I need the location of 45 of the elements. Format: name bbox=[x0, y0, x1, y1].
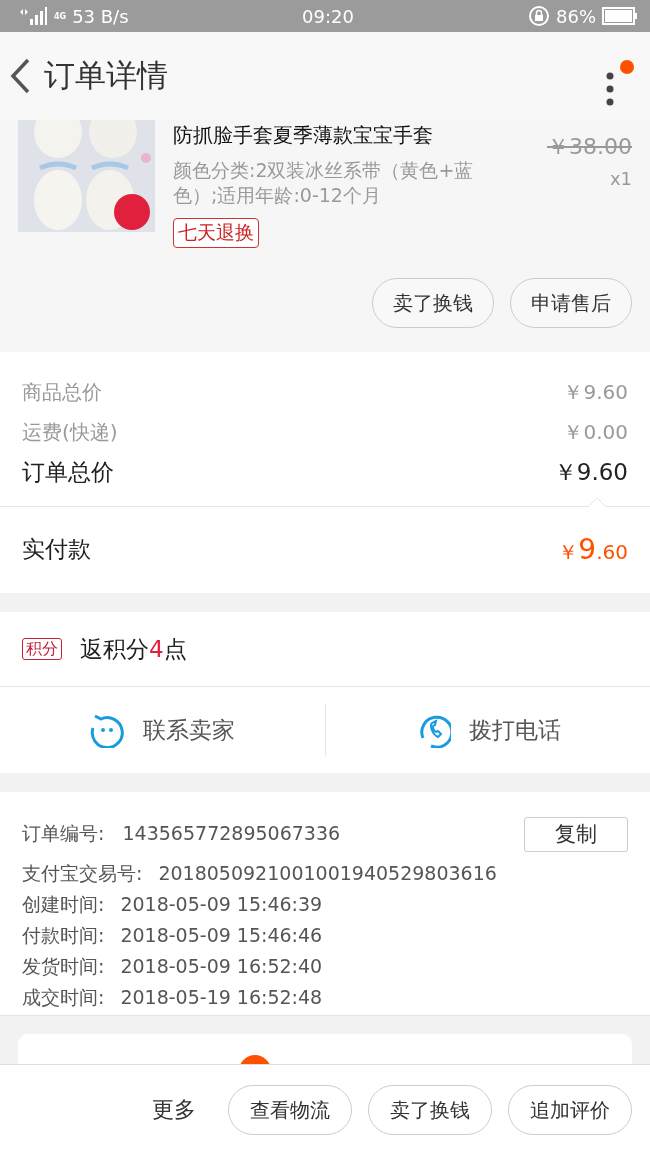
info-value: 2018-05-19 16:52:48 bbox=[120, 986, 323, 1008]
points-text: 返积分4点 bbox=[80, 634, 187, 664]
copy-button[interactable]: 复制 bbox=[524, 816, 628, 852]
product-title[interactable]: 防抓脸手套夏季薄款宝宝手套 bbox=[173, 122, 529, 148]
price-value: ￥9.60 bbox=[553, 457, 628, 487]
info-value: 2018-05-09 15:46:46 bbox=[120, 924, 323, 946]
clock-time: 09:20 bbox=[302, 5, 354, 27]
action-button[interactable]: 申请售后 bbox=[510, 278, 632, 328]
points-badge: 积分 bbox=[22, 638, 62, 660]
battery-icon bbox=[602, 7, 638, 25]
price-value: ￥9.60 bbox=[563, 378, 628, 406]
info-label: 发货时间: bbox=[22, 954, 105, 979]
info-value: 2018-05-09 16:52:40 bbox=[120, 955, 323, 977]
quantity: x1 bbox=[609, 168, 632, 189]
product-options: 颜色分类:2双装冰丝系带（黄色+蓝色）;适用年龄:0-12个月 bbox=[173, 158, 508, 208]
contact-button[interactable]: 拨打电话 bbox=[325, 687, 650, 773]
price-value: ￥0.00 bbox=[563, 418, 628, 446]
more-link[interactable]: 更多 bbox=[152, 1095, 196, 1125]
info-value: 2018-05-09 15:46:39 bbox=[120, 893, 323, 915]
more-menu-icon[interactable] bbox=[606, 72, 614, 108]
contact-button[interactable]: 联系卖家 bbox=[0, 687, 325, 773]
price-label: 商品总价 bbox=[22, 378, 102, 406]
return-policy-tag: 七天退换 bbox=[173, 218, 259, 248]
battery-percent: 86% bbox=[556, 5, 596, 27]
info-value: 2018050921001001940529803616 bbox=[158, 862, 497, 884]
paid-label: 实付款 bbox=[22, 535, 91, 564]
price-label: 订单总价 bbox=[22, 457, 114, 487]
info-label: 创建时间: bbox=[22, 892, 105, 917]
info-label: 支付宝交易号: bbox=[22, 861, 143, 886]
network-speed: 53 B/s bbox=[72, 5, 129, 27]
page-title: 订单详情 bbox=[44, 56, 169, 95]
order-number: 订单编号: 143565772895067336 bbox=[22, 821, 341, 846]
paid-amount: ￥9.60 bbox=[558, 533, 628, 566]
rotation-lock-icon bbox=[528, 5, 550, 27]
action-button[interactable]: 卖了换钱 bbox=[372, 278, 494, 328]
chat-bubble-icon bbox=[89, 712, 126, 748]
original-price: ￥38.00 bbox=[547, 133, 632, 161]
network-type: 4G bbox=[54, 11, 67, 21]
action-button[interactable]: 卖了换钱 bbox=[368, 1085, 492, 1135]
action-button[interactable]: 查看物流 bbox=[228, 1085, 352, 1135]
signal-icon bbox=[18, 6, 48, 26]
price-label: 运费(快递) bbox=[22, 418, 118, 446]
info-label: 成交时间: bbox=[22, 985, 105, 1010]
info-label: 付款时间: bbox=[22, 923, 105, 948]
action-button[interactable]: 追加评价 bbox=[508, 1085, 632, 1135]
